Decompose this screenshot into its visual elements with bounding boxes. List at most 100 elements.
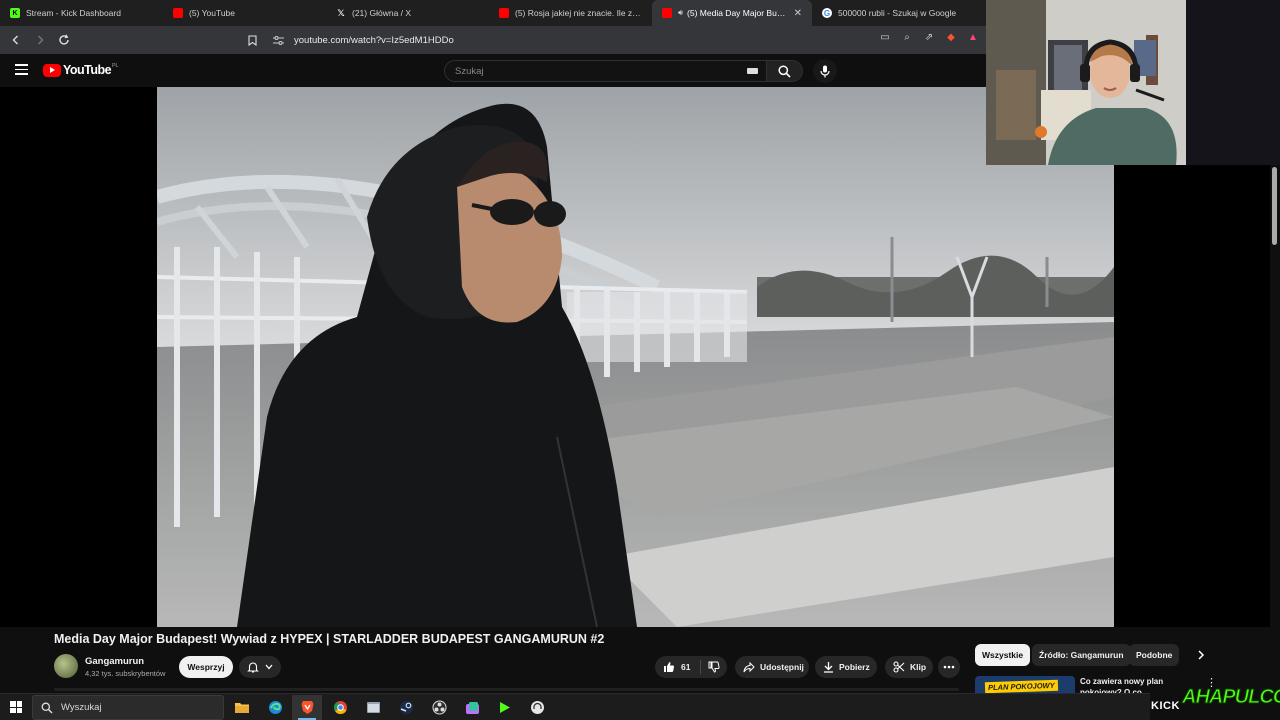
- youtube-masthead: YouTube PL Szukaj: [0, 54, 986, 87]
- google-icon: G: [822, 8, 832, 18]
- brave-shield-icon[interactable]: ◆: [944, 30, 958, 44]
- search-icon: [778, 64, 791, 78]
- clip-button[interactable]: Klip: [885, 656, 933, 678]
- search-placeholder: Szukaj: [455, 65, 484, 77]
- speaker-icon: 🔊︎: [678, 8, 684, 17]
- share-arrow-icon: [743, 661, 755, 672]
- share-icon[interactable]: ⇗: [922, 30, 936, 44]
- notifications-button[interactable]: [239, 656, 281, 678]
- browser-tab-rosja[interactable]: (5) Rosja jakiej nie znacie. Ile zarabia: [489, 0, 652, 26]
- chip-all[interactable]: Wszystkie: [975, 644, 1031, 666]
- windows-taskbar: Wyszukaj: [0, 693, 1150, 720]
- logo-wordmark: YouTube: [63, 63, 112, 77]
- search-input[interactable]: Szukaj: [444, 60, 767, 82]
- file-explorer-icon[interactable]: [227, 695, 257, 720]
- edge-browser-icon[interactable]: [260, 695, 290, 720]
- kick-icon: K: [10, 8, 20, 18]
- tab-title: (5) Rosja jakiej nie znacie. Ile zarabia: [515, 8, 642, 18]
- search-button[interactable]: [767, 60, 803, 82]
- brave-rewards-icon[interactable]: ▲: [966, 30, 980, 44]
- tab-title: (5) Media Day Major Budapest: [687, 8, 786, 18]
- brave-browser-icon[interactable]: [292, 695, 322, 720]
- kick-play-icon[interactable]: [490, 695, 520, 720]
- taskbar-search-input[interactable]: Wyszukaj: [32, 695, 224, 720]
- microphone-icon: [820, 65, 830, 77]
- hamburger-menu-icon[interactable]: [15, 64, 28, 75]
- thumbnail-text: PLAN POKOJOWY: [984, 679, 1058, 694]
- share-label: Udostępnij: [760, 662, 804, 672]
- bell-icon: [247, 662, 259, 673]
- chip-similar[interactable]: Podobne: [1129, 644, 1180, 666]
- search-icon: [41, 702, 53, 713]
- cast-icon[interactable]: ▭: [878, 30, 892, 44]
- video-player[interactable]: [157, 87, 1114, 627]
- stream-logo: AHAPULCO: [1181, 686, 1280, 709]
- address-bar[interactable]: youtube.com/watch?v=Iz5edM1HDDo: [246, 29, 986, 51]
- back-icon[interactable]: [6, 30, 26, 50]
- download-icon: [824, 662, 833, 673]
- like-count: 61: [681, 662, 691, 672]
- more-actions-button[interactable]: [938, 656, 960, 678]
- like-dislike-group: 61: [655, 656, 727, 678]
- site-settings-icon[interactable]: [272, 34, 284, 46]
- steam-icon[interactable]: [391, 695, 421, 720]
- channel-name[interactable]: Gangamurun: [85, 656, 144, 667]
- thumbs-down-icon: [708, 661, 720, 673]
- voice-search-button[interactable]: [813, 59, 837, 83]
- clip-label: Klip: [910, 662, 927, 672]
- youtube-icon: [173, 8, 183, 18]
- youtube-play-icon: [43, 63, 61, 77]
- chevron-down-icon: [265, 664, 273, 670]
- browser-tab-x[interactable]: 𝕏 (21) Główna / X: [326, 0, 489, 26]
- keyboard-icon[interactable]: [747, 68, 758, 74]
- chip-source-channel[interactable]: Źródło: Gangamurun: [1032, 644, 1131, 666]
- download-button[interactable]: Pobierz: [815, 656, 877, 678]
- youtube-logo[interactable]: YouTube PL: [43, 63, 118, 77]
- webcam-feed: [986, 0, 1280, 165]
- chevron-right-icon[interactable]: [1193, 647, 1209, 663]
- more-horizontal-icon: [943, 665, 955, 669]
- taskbar-search-placeholder: Wyszukaj: [61, 702, 102, 713]
- share-button[interactable]: Udostępnij: [735, 656, 809, 678]
- scissors-icon: [893, 661, 905, 673]
- app-window-icon[interactable]: [358, 695, 388, 720]
- dislike-button[interactable]: [701, 661, 727, 673]
- bookmark-icon[interactable]: [246, 34, 258, 46]
- windows-start-icon[interactable]: [10, 701, 22, 713]
- thumbs-up-icon: [664, 662, 675, 672]
- subscriber-count: 4,32 tys. subskrybentów: [85, 669, 166, 678]
- browser-tab-media-day[interactable]: 🔊︎ (5) Media Day Major Budapest ✕: [652, 0, 812, 26]
- download-label: Pobierz: [839, 662, 870, 672]
- browser-tab-youtube[interactable]: (5) YouTube: [163, 0, 326, 26]
- youtube-icon: [662, 8, 672, 18]
- kick-watermark: KICK: [1151, 700, 1180, 712]
- channel-avatar[interactable]: [54, 654, 78, 678]
- forward-icon[interactable]: [30, 30, 50, 50]
- tab-title: (5) YouTube: [189, 8, 235, 18]
- reload-icon[interactable]: [54, 30, 74, 50]
- youtube-icon: [499, 8, 509, 18]
- video-frame: [157, 87, 1114, 627]
- tab-title: (21) Główna / X: [352, 8, 412, 18]
- scrollbar-thumb[interactable]: [1272, 167, 1277, 245]
- chrome-icon[interactable]: [325, 695, 355, 720]
- tab-title: Stream - Kick Dashboard: [26, 8, 121, 18]
- webcam-overlay: [986, 0, 1280, 165]
- browser-tab-google[interactable]: G 500000 rubli - Szukaj w Google: [812, 0, 982, 26]
- streamlabs-icon[interactable]: [457, 695, 487, 720]
- browser-tab-kick[interactable]: K Stream - Kick Dashboard: [0, 0, 163, 26]
- obs-icon[interactable]: [424, 695, 454, 720]
- country-code: PL: [112, 63, 119, 69]
- url-text: youtube.com/watch?v=Iz5edM1HDDo: [294, 34, 454, 46]
- tab-title: 500000 rubli - Szukaj w Google: [838, 8, 957, 18]
- description-box-edge: [54, 688, 959, 691]
- zoom-icon[interactable]: ⌕: [900, 30, 914, 44]
- headset-app-icon[interactable]: [522, 695, 552, 720]
- browser-tab-strip: K Stream - Kick Dashboard (5) YouTube 𝕏 …: [0, 0, 986, 26]
- x-icon: 𝕏: [337, 7, 345, 18]
- browser-toolbar: youtube.com/watch?v=Iz5edM1HDDo ▭ ⌕ ⇗ ◆ …: [0, 26, 986, 54]
- like-button[interactable]: 61: [655, 661, 700, 673]
- close-tab-icon[interactable]: ✕: [794, 8, 802, 19]
- support-button[interactable]: Wesprzyj: [179, 656, 233, 678]
- page-scrollbar[interactable]: [1270, 165, 1280, 720]
